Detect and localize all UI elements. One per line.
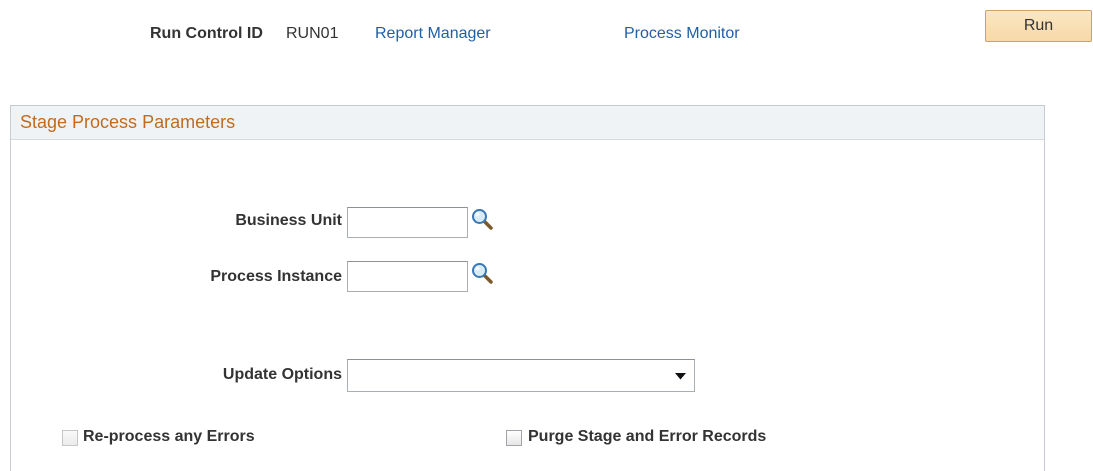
update-options-label: Update Options xyxy=(222,366,342,383)
run-button[interactable]: Run xyxy=(985,10,1092,42)
report-manager-link[interactable]: Report Manager xyxy=(375,25,491,43)
business-unit-label: Business Unit xyxy=(235,212,342,229)
reprocess-errors-label: Re-process any Errors xyxy=(83,428,255,445)
process-instance-input[interactable] xyxy=(347,261,468,292)
process-instance-label: Process Instance xyxy=(210,268,342,285)
magnifier-lookup-icon xyxy=(472,209,493,230)
business-unit-input[interactable] xyxy=(347,207,468,238)
chevron-down-icon xyxy=(675,373,686,380)
run-control-id-label: Run Control ID xyxy=(150,25,263,42)
purge-records-label: Purge Stage and Error Records xyxy=(528,428,767,445)
update-options-select[interactable] xyxy=(347,359,695,392)
reprocess-errors-checkbox[interactable] xyxy=(62,430,78,446)
purge-records-checkbox[interactable] xyxy=(506,430,522,446)
process-instance-lookup-icon[interactable] xyxy=(470,261,494,285)
business-unit-lookup-icon[interactable] xyxy=(470,207,494,231)
magnifier-lookup-icon xyxy=(472,263,493,284)
stage-process-parameters-group xyxy=(10,105,1045,471)
group-title: Stage Process Parameters xyxy=(20,112,236,132)
process-monitor-link[interactable]: Process Monitor xyxy=(624,25,740,43)
run-control-id-value: RUN01 xyxy=(286,25,339,42)
